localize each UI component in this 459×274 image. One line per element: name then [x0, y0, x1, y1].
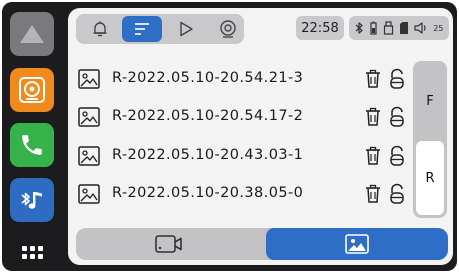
delete-icon[interactable]: [364, 69, 382, 89]
file-name: R-2022.05.10-20.43.03-1: [112, 147, 304, 163]
tab-file-list[interactable]: [122, 16, 162, 42]
lock-open-icon[interactable]: [389, 183, 405, 205]
image-thumbnail-icon: [78, 146, 100, 166]
rear-camera-option[interactable]: R: [416, 141, 444, 215]
lock-open-icon[interactable]: [389, 145, 405, 167]
photo-icon: [345, 234, 369, 254]
media-type-bar: [76, 228, 448, 260]
delete-icon[interactable]: [364, 184, 382, 204]
usb-icon: [383, 21, 393, 35]
home-triangle-icon: [20, 25, 44, 43]
photo-type-button[interactable]: [266, 228, 448, 260]
file-row[interactable]: R-2022.05.10-20.38.05-0: [78, 181, 418, 207]
image-thumbnail-icon: [78, 107, 100, 127]
battery-icon: [370, 21, 377, 35]
front-camera-option[interactable]: F: [413, 71, 447, 131]
file-name: R-2022.05.10-20.54.17-2: [112, 108, 304, 124]
dashcam-app-button[interactable]: [10, 68, 54, 112]
main-panel: 22:58 25 R-2022.05.10-20.54.21-3 R-2022.…: [68, 8, 453, 265]
camera-switch[interactable]: F R: [413, 61, 447, 218]
lock-open-icon[interactable]: [389, 68, 405, 90]
file-name: R-2022.05.10-20.54.21-3: [112, 70, 304, 86]
file-row[interactable]: R-2022.05.10-20.54.21-3: [78, 66, 418, 92]
phone-app-button[interactable]: [10, 123, 54, 167]
volume-icon: [414, 22, 426, 34]
video-camera-icon: [155, 235, 182, 253]
bluetooth-icon: [355, 22, 363, 34]
file-row[interactable]: R-2022.05.10-20.54.17-2: [78, 104, 418, 130]
file-row[interactable]: R-2022.05.10-20.43.03-1: [78, 143, 418, 169]
left-dock: [2, 2, 64, 271]
bluetooth-music-icon: [21, 192, 42, 209]
video-type-button[interactable]: [76, 228, 262, 260]
status-icons: 25: [349, 16, 449, 40]
sd-card-icon: [399, 22, 408, 34]
bluetooth-music-app-button[interactable]: [10, 178, 54, 222]
delete-icon[interactable]: [364, 107, 382, 127]
delete-icon[interactable]: [364, 146, 382, 166]
apps-grid-icon: [21, 245, 43, 259]
image-thumbnail-icon: [78, 69, 100, 89]
volume-level: 25: [433, 23, 444, 33]
bell-icon: [93, 21, 107, 37]
home-button[interactable]: [10, 12, 54, 56]
tab-notifications[interactable]: [80, 16, 120, 42]
tab-playback[interactable]: [166, 16, 206, 42]
dashcam-lens-icon: [19, 77, 45, 103]
top-tab-bar: [76, 14, 244, 44]
app-drawer-button[interactable]: [10, 230, 54, 274]
tab-record[interactable]: [208, 16, 248, 42]
file-name: R-2022.05.10-20.38.05-0: [112, 185, 304, 201]
clock: 22:58: [296, 16, 344, 40]
image-thumbnail-icon: [78, 184, 100, 204]
lock-open-icon[interactable]: [389, 106, 405, 128]
list-icon: [135, 23, 149, 35]
phone-icon: [22, 135, 42, 155]
record-icon: [220, 20, 236, 38]
play-icon: [180, 21, 193, 37]
app-frame: 22:58 25 R-2022.05.10-20.54.21-3 R-2022.…: [2, 2, 457, 271]
